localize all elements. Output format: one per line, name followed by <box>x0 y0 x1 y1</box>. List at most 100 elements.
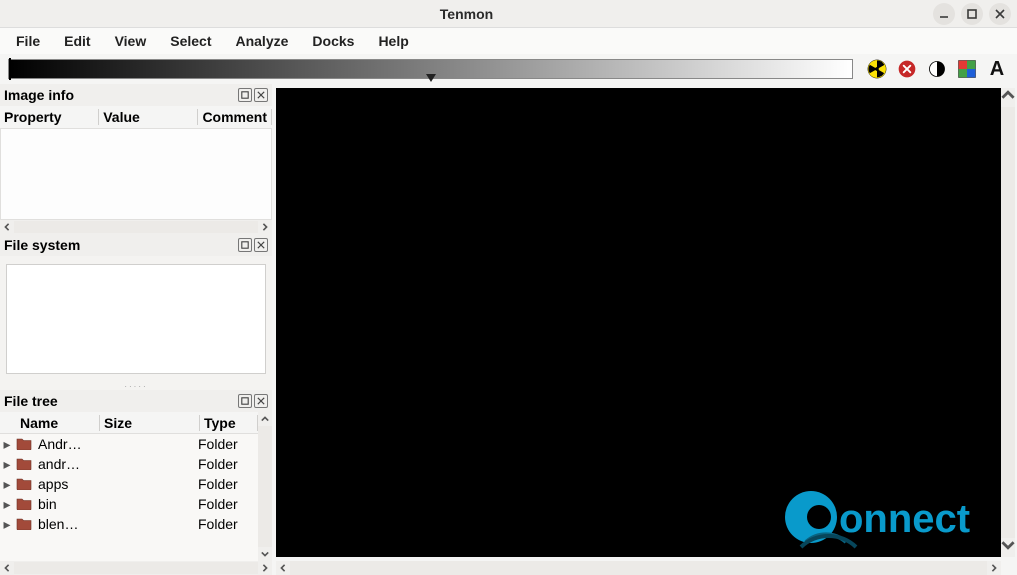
window-buttons <box>933 3 1017 25</box>
gradient-black-marker[interactable] <box>9 58 11 80</box>
folder-icon <box>16 457 34 471</box>
maximize-button[interactable] <box>961 3 983 25</box>
scroll-down-icon[interactable] <box>1001 538 1015 557</box>
panel-float-icon[interactable] <box>238 238 252 252</box>
disclosure-triangle-icon[interactable]: ▸ <box>2 516 12 533</box>
close-button[interactable] <box>989 3 1011 25</box>
stretch-gradient[interactable] <box>8 59 853 79</box>
scroll-track[interactable] <box>14 221 258 233</box>
menu-help[interactable]: Help <box>368 30 418 52</box>
radiation-icon[interactable] <box>865 57 889 81</box>
row-type: Folder <box>198 436 258 452</box>
menubar: File Edit View Select Analyze Docks Help <box>0 28 1017 54</box>
folder-icon <box>16 437 34 451</box>
row-name: apps <box>38 476 98 492</box>
file-tree-title: File tree <box>4 393 58 409</box>
file-system-header: File system <box>0 234 272 256</box>
file-tree-hscroll[interactable] <box>0 561 272 575</box>
file-tree-scrollarea: Name Size Type ▸Andr…Folder▸andr…Folder▸… <box>0 412 272 561</box>
row-name: andr… <box>38 456 98 472</box>
image-info-panel: Image info Property Value Comment <box>0 84 272 234</box>
table-row[interactable]: ▸ blen… Folder <box>0 514 258 534</box>
image-info-hscroll[interactable] <box>0 220 272 234</box>
viewport-hscroll[interactable] <box>276 561 1001 575</box>
image-info-header: Image info <box>0 84 272 106</box>
folder-icon <box>16 477 34 491</box>
panel-close-icon[interactable] <box>254 238 268 252</box>
scroll-left-icon[interactable] <box>276 561 290 575</box>
file-tree-header: File tree <box>0 390 272 412</box>
folder-icon <box>16 517 34 531</box>
table-row[interactable]: ▸ apps Folder <box>0 474 258 494</box>
menu-file[interactable]: File <box>6 30 50 52</box>
file-tree-rows: ▸ Andr… Folder ▸ andr… Folder ▸ apps Folder ▸ bin F… <box>0 434 258 561</box>
scroll-left-icon[interactable] <box>0 220 14 234</box>
gradient-mid-marker[interactable] <box>426 74 436 82</box>
file-system-panel: File system ····· <box>0 234 272 390</box>
folder-icon <box>16 497 34 511</box>
table-row[interactable]: ▸ Andr… Folder <box>0 434 258 454</box>
viewport: onnect <box>272 84 1017 575</box>
row-name: bin <box>38 496 98 512</box>
menu-docks[interactable]: Docks <box>302 30 364 52</box>
image-info-title: Image info <box>4 87 74 103</box>
menu-select[interactable]: Select <box>160 30 221 52</box>
scroll-track[interactable] <box>14 562 258 574</box>
row-type: Folder <box>198 496 258 512</box>
panel-float-icon[interactable] <box>238 88 252 102</box>
scroll-track[interactable] <box>258 426 272 547</box>
sidebar: Image info Property Value Comment File s… <box>0 84 272 575</box>
file-tree-vscroll[interactable] <box>258 412 272 561</box>
disclosure-triangle-icon[interactable]: ▸ <box>2 456 12 473</box>
col-value[interactable]: Value <box>99 109 198 125</box>
window-title: Tenmon <box>0 6 933 22</box>
scroll-up-icon[interactable] <box>258 412 272 426</box>
row-type: Folder <box>198 516 258 532</box>
row-name: blen… <box>38 516 98 532</box>
table-row[interactable]: ▸ andr… Folder <box>0 454 258 474</box>
image-info-body <box>0 128 272 220</box>
file-tree-columns: Name Size Type <box>0 412 258 434</box>
scroll-right-icon[interactable] <box>987 561 1001 575</box>
main-area: Image info Property Value Comment File s… <box>0 84 1017 575</box>
col-name[interactable]: Name <box>0 415 100 431</box>
disclosure-triangle-icon[interactable]: ▸ <box>2 476 12 493</box>
scroll-right-icon[interactable] <box>258 561 272 575</box>
row-type: Folder <box>198 476 258 492</box>
toolbar: A <box>0 54 1017 84</box>
col-size[interactable]: Size <box>100 415 200 431</box>
panel-close-icon[interactable] <box>254 394 268 408</box>
file-system-title: File system <box>4 237 80 253</box>
col-property[interactable]: Property <box>0 109 99 125</box>
splitter-handle[interactable]: ····· <box>0 382 272 390</box>
scroll-track[interactable] <box>290 561 987 575</box>
scroll-track[interactable] <box>1001 107 1015 538</box>
menu-view[interactable]: View <box>105 30 157 52</box>
panel-close-icon[interactable] <box>254 88 268 102</box>
col-comment[interactable]: Comment <box>198 109 272 125</box>
table-row[interactable]: ▸ bin Folder <box>0 494 258 514</box>
titlebar: Tenmon <box>0 0 1017 28</box>
row-name: Andr… <box>38 436 98 452</box>
text-a-icon[interactable]: A <box>985 57 1009 81</box>
file-system-body[interactable] <box>6 264 266 374</box>
scroll-up-icon[interactable] <box>1001 88 1015 107</box>
panel-float-icon[interactable] <box>238 394 252 408</box>
row-type: Folder <box>198 456 258 472</box>
disclosure-triangle-icon[interactable]: ▸ <box>2 436 12 453</box>
error-icon[interactable] <box>895 57 919 81</box>
scroll-left-icon[interactable] <box>0 561 14 575</box>
scroll-right-icon[interactable] <box>258 220 272 234</box>
col-type[interactable]: Type <box>200 415 258 431</box>
file-tree-panel: File tree Name Size Type ▸ Andr… Folder ▸ an… <box>0 390 272 575</box>
half-moon-icon[interactable] <box>925 57 949 81</box>
image-info-columns: Property Value Comment <box>0 106 272 128</box>
color-grid-icon[interactable] <box>955 57 979 81</box>
disclosure-triangle-icon[interactable]: ▸ <box>2 496 12 513</box>
minimize-button[interactable] <box>933 3 955 25</box>
menu-analyze[interactable]: Analyze <box>225 30 298 52</box>
viewport-vscroll[interactable] <box>1001 88 1015 557</box>
scroll-down-icon[interactable] <box>258 547 272 561</box>
image-canvas[interactable] <box>276 88 1001 557</box>
menu-edit[interactable]: Edit <box>54 30 100 52</box>
